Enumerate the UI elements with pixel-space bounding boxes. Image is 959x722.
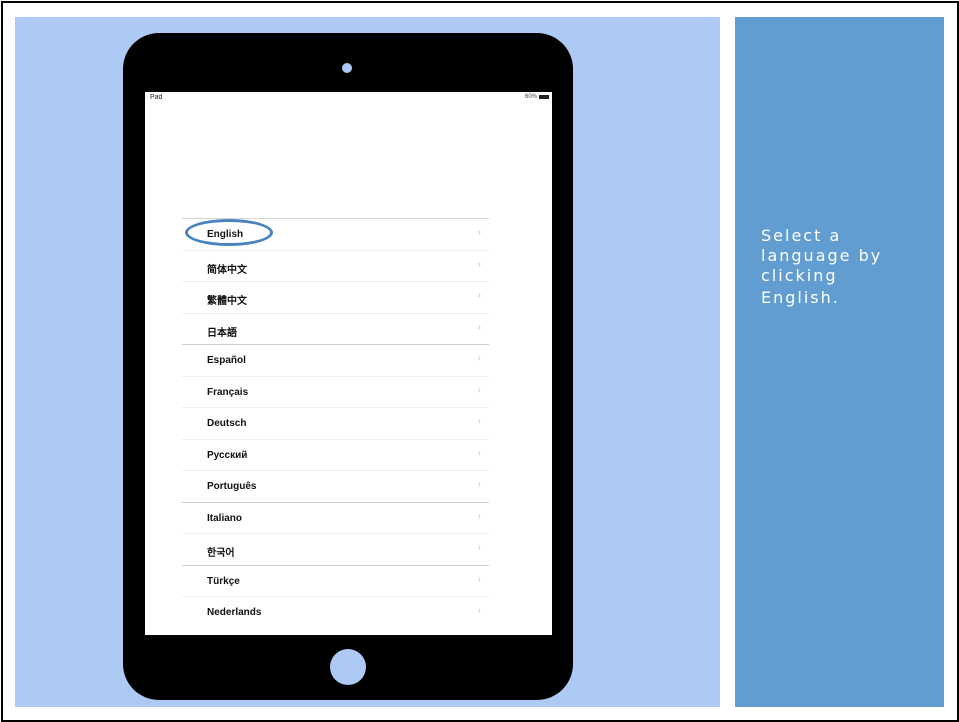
chevron-right-icon: › (477, 353, 481, 364)
chevron-right-icon: › (477, 573, 481, 585)
instruction-caption: Select a language by clicking English. (761, 226, 931, 308)
status-carrier: Pad (150, 94, 163, 101)
language-label: Português (207, 481, 257, 492)
language-item-simplified-chinese[interactable]: 简体中文 › (182, 251, 489, 282)
language-label: 한국어 (207, 548, 235, 559)
language-label: Français (207, 386, 249, 398)
language-item-spanish[interactable]: Español › (182, 345, 489, 377)
language-item-russian[interactable]: Русский › (182, 440, 489, 471)
language-label: Deutsch (207, 418, 247, 429)
chevron-right-icon: › (477, 447, 481, 459)
language-item-turkish[interactable]: Türkçe › (182, 566, 489, 597)
language-label: English (207, 229, 244, 240)
language-label: Nederlands (207, 607, 262, 618)
language-item-dutch[interactable]: Nederlands › (182, 597, 489, 629)
language-label: 简体中文 (207, 264, 247, 276)
ipad-screen: Pad 60% English › 简体中文 › 繁體中文 › 日本語 › Es… (145, 92, 552, 635)
chevron-right-icon: › (477, 290, 481, 301)
language-item-french[interactable]: Français › (182, 377, 489, 408)
language-item-german[interactable]: Deutsch › (182, 408, 489, 440)
camera-icon (342, 63, 352, 73)
chevron-right-icon: › (477, 605, 481, 616)
language-list: English › 简体中文 › 繁體中文 › 日本語 › Español › … (182, 218, 489, 629)
language-label: Русский (207, 449, 248, 461)
chevron-right-icon: › (477, 416, 481, 427)
language-item-italian[interactable]: Italiano › (182, 503, 489, 534)
caption-line: language by (761, 246, 883, 265)
status-right: 60% (525, 94, 549, 100)
home-button-icon[interactable] (330, 649, 366, 685)
language-label: Türkçe (207, 575, 240, 587)
chevron-right-icon: › (477, 510, 481, 522)
chevron-right-icon: › (477, 479, 481, 490)
chevron-right-icon: › (477, 542, 481, 553)
language-item-portuguese[interactable]: Português › (182, 471, 489, 503)
caption-line: English. (761, 288, 840, 307)
language-item-english[interactable]: English › (182, 219, 489, 251)
language-label: 日本語 (207, 327, 237, 339)
chevron-right-icon: › (477, 321, 481, 333)
caption-line: clicking (761, 266, 838, 285)
caption-panel: Select a language by clicking English. (735, 17, 944, 707)
caption-line: Select a (761, 226, 842, 245)
chevron-right-icon: › (477, 384, 481, 396)
language-label: Italiano (207, 512, 243, 524)
language-item-korean[interactable]: 한국어 › (182, 534, 489, 566)
language-label: Español (207, 355, 246, 366)
battery-percent: 60% (524, 94, 537, 100)
chevron-right-icon: › (477, 258, 481, 270)
ipad-device: Pad 60% English › 简体中文 › 繁體中文 › 日本語 › Es… (123, 33, 573, 700)
language-item-traditional-chinese[interactable]: 繁體中文 › (182, 282, 489, 314)
battery-icon (539, 95, 549, 99)
language-label: 繁體中文 (207, 296, 247, 307)
chevron-right-icon: › (477, 227, 481, 238)
language-item-japanese[interactable]: 日本語 › (182, 314, 489, 345)
